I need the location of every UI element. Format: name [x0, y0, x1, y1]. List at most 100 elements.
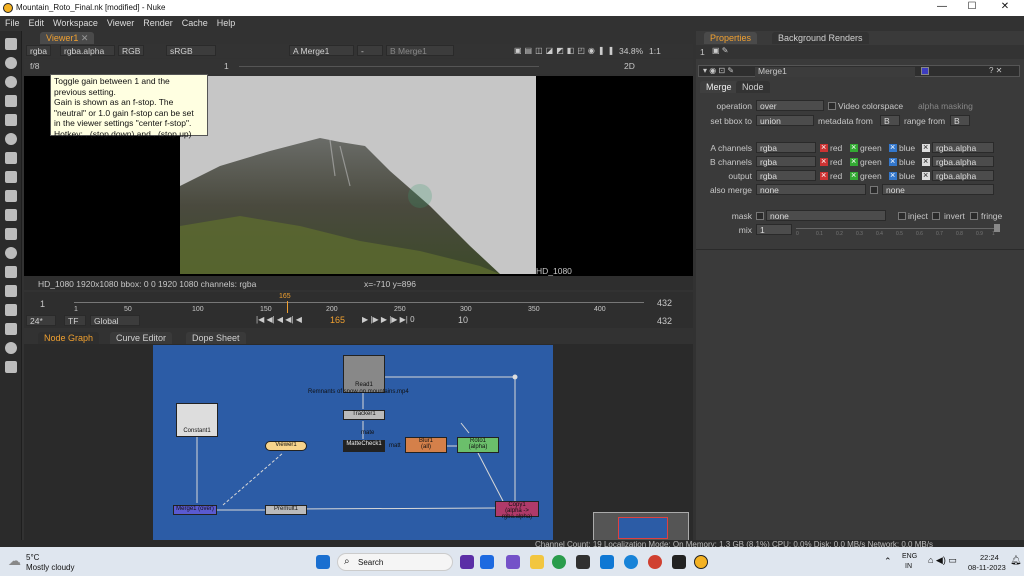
frame-step[interactable]: 10 [458, 315, 468, 325]
colorspace-dropdown[interactable]: sRGB [166, 45, 216, 56]
furnace-tool-icon[interactable] [5, 342, 17, 354]
output-dropdown[interactable]: rgba [756, 170, 816, 181]
transform-tool-icon[interactable] [5, 190, 17, 202]
store-icon[interactable] [576, 555, 590, 569]
clock-date[interactable]: 08-11-2023 [968, 563, 1006, 572]
composite-dropdown[interactable]: - [357, 45, 383, 56]
clock-time[interactable]: 22:24 [980, 553, 999, 562]
tab-node[interactable]: Node [736, 81, 770, 93]
node-copy1[interactable]: Copy1 (alpha -> rgba.alpha) [495, 501, 539, 520]
merge-tool-icon[interactable] [5, 171, 17, 183]
3d-tool-icon[interactable] [5, 209, 17, 221]
playback-back-controls[interactable]: |◀ ◀| ◀ ◀| ◀ [256, 315, 302, 324]
menu-workspace[interactable]: Workspace [48, 16, 102, 28]
alpha-dropdown[interactable]: rgba.alpha [60, 45, 115, 56]
panel-count[interactable]: 1 [700, 47, 705, 57]
b-channels-dropdown[interactable]: rgba [756, 156, 816, 167]
maximize-button[interactable]: ☐ [957, 1, 987, 15]
tab-dope-sheet[interactable]: Dope Sheet [186, 332, 246, 344]
timeline-start[interactable]: 1 [40, 299, 45, 309]
notification-bell-icon[interactable]: 🔔︎ [1010, 555, 1021, 566]
also-merge2-dropdown[interactable]: none [882, 184, 994, 195]
b-alpha-dropdown[interactable]: rgba.alpha [932, 156, 994, 167]
node-constant1[interactable]: Constant1 [176, 403, 218, 437]
node-viewer1[interactable]: Viewer1 [265, 441, 307, 451]
tab-properties[interactable]: Properties [704, 32, 758, 44]
weather-desc[interactable]: Mostly cloudy [26, 563, 74, 572]
teams-icon[interactable] [460, 555, 474, 569]
other-tool-icon[interactable] [5, 323, 17, 335]
close-button[interactable]: ✕ [990, 1, 1020, 15]
mask-checkbox[interactable] [756, 212, 764, 220]
node-premult1[interactable]: Premult1 [265, 505, 307, 515]
menu-help[interactable]: Help [212, 16, 240, 28]
toolsets-tool-icon[interactable] [5, 304, 17, 316]
rgb-dropdown[interactable]: RGB [118, 45, 145, 56]
menu-viewer[interactable]: Viewer [102, 16, 138, 28]
node-graph-minimap[interactable] [593, 512, 689, 542]
metadata-tool-icon[interactable] [5, 285, 17, 297]
menu-edit[interactable]: Edit [24, 16, 49, 28]
mail-icon[interactable] [600, 555, 614, 569]
a-blue-checkbox[interactable] [889, 142, 897, 152]
chrome-icon[interactable] [552, 555, 566, 569]
channel-tool-icon[interactable] [5, 95, 17, 107]
range-dropdown[interactable]: Global [90, 315, 140, 326]
chrome-alt-icon[interactable] [648, 555, 662, 569]
language-code[interactable]: ENG [902, 553, 917, 560]
node-tracker1[interactable]: Tracker1 [343, 410, 385, 420]
node-header-icons[interactable]: ▾ ◉ ⊡ ✎ [703, 66, 734, 75]
search-box[interactable]: ⌕ Search [337, 553, 453, 571]
viewer-icons-group[interactable]: ▣▤◫◪◩◧◰◉❚❚ [514, 46, 614, 56]
start-icon[interactable] [316, 555, 330, 569]
mix-slider[interactable] [796, 228, 996, 229]
node-read1[interactable]: Read1 [343, 355, 385, 393]
tray-chevron-icon[interactable]: ⌃ [884, 556, 892, 567]
chat-icon[interactable] [506, 555, 520, 569]
keyer-tool-icon[interactable] [5, 152, 17, 164]
draw-tool-icon[interactable] [5, 57, 17, 69]
node-color-swatch[interactable] [921, 67, 929, 75]
mask-dropdown[interactable]: none [766, 210, 886, 221]
a-alpha-dropdown[interactable]: rgba.alpha [932, 142, 994, 153]
a-alpha-checkbox[interactable] [922, 142, 930, 152]
time-tool-icon[interactable] [5, 76, 17, 88]
image-tool-icon[interactable] [5, 38, 17, 50]
particles-tool-icon[interactable] [5, 228, 17, 240]
tab-background-renders[interactable]: Background Renders [772, 32, 869, 44]
tab-curve-editor[interactable]: Curve Editor [110, 332, 173, 344]
pixel-ratio[interactable]: 1:1 [649, 46, 661, 56]
operation-dropdown[interactable]: over [756, 100, 824, 111]
node-graph-canvas[interactable]: Read1 Remnants of snow on mountains.mp4 … [153, 345, 553, 540]
playhead-marker[interactable]: 165 [279, 293, 291, 300]
timeline-end[interactable]: 432 [657, 298, 672, 308]
task-view-icon[interactable] [480, 555, 494, 569]
a-channels-dropdown[interactable]: rgba [756, 142, 816, 153]
minimize-button[interactable]: — [927, 1, 957, 15]
node-mattecheck1[interactable]: MatteCheck1 [343, 440, 385, 452]
filter-tool-icon[interactable] [5, 133, 17, 145]
tab-merge[interactable]: Merge [700, 81, 738, 93]
channels-dropdown[interactable]: rgba [26, 45, 52, 56]
out-alpha-checkbox[interactable] [922, 170, 930, 180]
b-alpha-checkbox[interactable] [922, 156, 930, 166]
a-red-checkbox[interactable] [820, 142, 828, 152]
timeline-end-field[interactable]: 432 [657, 316, 672, 326]
color-tool-icon[interactable] [5, 114, 17, 126]
menu-file[interactable]: File [0, 16, 24, 28]
b-blue-checkbox[interactable] [889, 156, 897, 166]
playhead-line[interactable] [287, 301, 288, 313]
network-volume-battery-icons[interactable]: ⌂ ◀) ▭ [928, 555, 957, 566]
tab-node-graph[interactable]: Node Graph [38, 332, 100, 344]
node-header-controls[interactable]: ? ✕ [989, 66, 1002, 75]
bbox-dropdown[interactable]: union [756, 115, 814, 126]
close-tab-icon[interactable]: ✕ [81, 33, 89, 43]
input-b-dropdown[interactable]: B Merge1 [386, 45, 454, 56]
range-dropdown[interactable]: B [950, 115, 970, 126]
a-green-checkbox[interactable] [850, 142, 858, 152]
fstop-toggle[interactable]: f/8 [30, 61, 39, 71]
minimap-viewport[interactable] [618, 517, 668, 539]
terminal-icon[interactable] [672, 555, 686, 569]
timeline-ruler[interactable] [74, 302, 644, 303]
metadata-dropdown[interactable]: B [880, 115, 900, 126]
